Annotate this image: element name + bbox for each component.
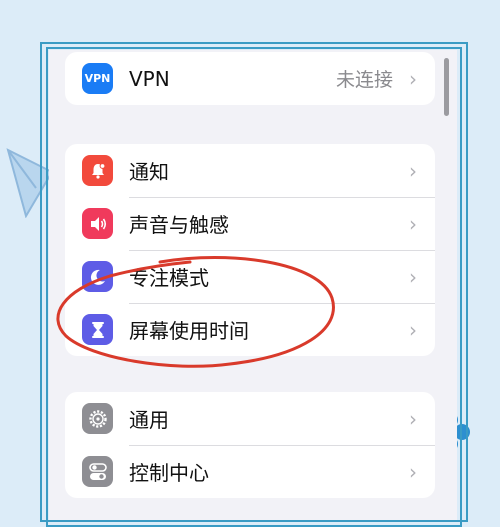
settings-row-sounds[interactable]: 声音与触感 › <box>65 197 435 250</box>
speaker-icon <box>82 208 113 239</box>
settings-row-label: 专注模式 <box>129 266 209 290</box>
gear-icon <box>82 403 113 434</box>
hourglass-icon <box>82 314 113 345</box>
settings-group-notifications: 通知 › 声音与触感 › 专注模式 › 屏幕使用时间 › <box>65 144 435 356</box>
chevron-right-icon: › <box>409 317 417 342</box>
scrollbar[interactable] <box>444 58 449 116</box>
settings-row-label: 通知 <box>129 160 169 184</box>
settings-group-general: 通用 › 控制中心 › <box>65 392 435 498</box>
chevron-right-icon: › <box>409 459 417 484</box>
settings-group-network: VPN VPN 未连接 › <box>65 52 435 105</box>
settings-row-control-center[interactable]: 控制中心 › <box>65 445 435 498</box>
chevron-right-icon: › <box>409 66 417 91</box>
settings-row-label: 通用 <box>129 408 169 432</box>
vpn-icon: VPN <box>82 63 113 94</box>
chevron-right-icon: › <box>409 264 417 289</box>
toggles-icon <box>82 456 113 487</box>
settings-screen[interactable]: VPN VPN 未连接 › 通知 › 声音与触感 › 专注模式 › 屏幕使用时间… <box>49 50 457 520</box>
settings-row-label: 屏幕使用时间 <box>129 319 249 343</box>
vpn-status: 未连接 <box>335 69 393 91</box>
settings-row-general[interactable]: 通用 › <box>65 392 435 445</box>
chevron-right-icon: › <box>409 211 417 236</box>
settings-row-label: 控制中心 <box>129 461 209 485</box>
settings-row-label: VPN <box>129 66 170 91</box>
settings-row-vpn[interactable]: VPN VPN 未连接 › <box>65 52 435 105</box>
settings-row-notifications[interactable]: 通知 › <box>65 144 435 197</box>
settings-row-screen-time[interactable]: 屏幕使用时间 › <box>65 303 435 356</box>
settings-row-focus[interactable]: 专注模式 › <box>65 250 435 303</box>
chevron-right-icon: › <box>409 406 417 431</box>
bell-icon <box>82 155 113 186</box>
moon-icon <box>82 261 113 292</box>
settings-row-label: 声音与触感 <box>129 213 229 237</box>
chevron-right-icon: › <box>409 158 417 183</box>
